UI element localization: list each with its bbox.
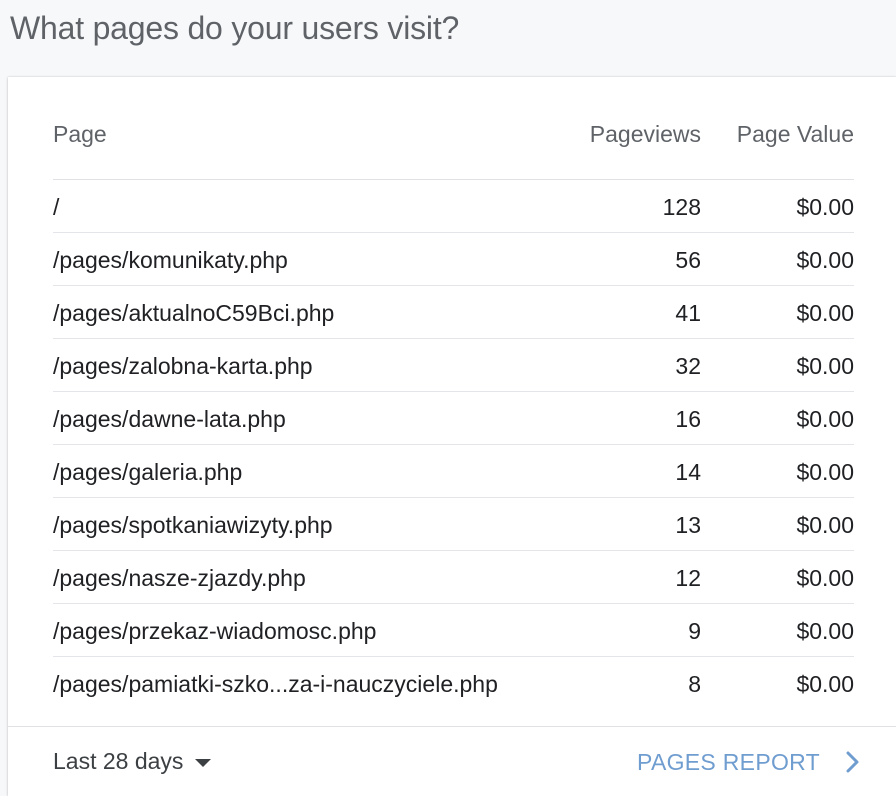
caret-down-icon bbox=[195, 759, 212, 767]
pages-report-label: PAGES REPORT bbox=[637, 749, 820, 775]
pages-card: Page Pageviews Page Value / 128 $0.00 /p… bbox=[8, 77, 896, 796]
row-pageviews: 8 bbox=[688, 671, 701, 697]
row-pageviews: 128 bbox=[662, 194, 701, 220]
row-pageviews: 16 bbox=[675, 406, 701, 432]
table-row: /pages/dawne-lata.php 16 $0.00 bbox=[53, 392, 854, 445]
row-page: /pages/przekaz-wiadomosc.php bbox=[53, 618, 377, 644]
row-pageviews: 13 bbox=[675, 512, 701, 538]
row-page: /pages/pamiatki-szko...za-i-nauczyciele.… bbox=[53, 671, 498, 697]
row-pageviews: 56 bbox=[675, 247, 701, 273]
table-header: Page Pageviews Page Value bbox=[53, 77, 854, 180]
row-page: /pages/spotkaniawizyty.php bbox=[53, 512, 333, 538]
table-row: /pages/aktualnoC59Bci.php 41 $0.00 bbox=[53, 286, 854, 339]
table-row: /pages/spotkaniawizyty.php 13 $0.00 bbox=[53, 498, 854, 551]
date-range-label: Last 28 days bbox=[53, 748, 184, 774]
row-page: /pages/nasze-zjazdy.php bbox=[53, 565, 306, 591]
date-range-dropdown[interactable]: Last 28 days bbox=[53, 747, 212, 775]
row-page-value: $0.00 bbox=[796, 459, 854, 485]
table-row: / 128 $0.00 bbox=[53, 180, 854, 233]
table-row: /pages/pamiatki-szko...za-i-nauczyciele.… bbox=[53, 657, 854, 710]
table-row: /pages/galeria.php 14 $0.00 bbox=[53, 445, 854, 498]
page-title: What pages do your users visit? bbox=[10, 10, 460, 46]
row-pageviews: 14 bbox=[675, 459, 701, 485]
table-row: /pages/komunikaty.php 56 $0.00 bbox=[53, 233, 854, 286]
row-page-value: $0.00 bbox=[796, 247, 854, 273]
row-page: /pages/dawne-lata.php bbox=[53, 406, 286, 432]
card-footer: Last 28 days PAGES REPORT bbox=[8, 726, 896, 796]
row-page-value: $0.00 bbox=[796, 671, 854, 697]
row-pageviews: 41 bbox=[675, 300, 701, 326]
table-row: /pages/zalobna-karta.php 32 $0.00 bbox=[53, 339, 854, 392]
column-header-pageviews: Pageviews bbox=[589, 121, 701, 147]
row-page-value: $0.00 bbox=[796, 194, 854, 220]
row-page-value: $0.00 bbox=[796, 512, 854, 538]
row-page-value: $0.00 bbox=[796, 565, 854, 591]
table-body: / 128 $0.00 /pages/komunikaty.php 56 $0.… bbox=[53, 180, 854, 710]
table-row: /pages/przekaz-wiadomosc.php 9 $0.00 bbox=[53, 604, 854, 657]
pages-report-link[interactable]: PAGES REPORT bbox=[637, 748, 860, 776]
pages-table: Page Pageviews Page Value / 128 $0.00 /p… bbox=[53, 77, 854, 710]
chevron-right-icon bbox=[846, 751, 859, 773]
table-row: /pages/nasze-zjazdy.php 12 $0.00 bbox=[53, 551, 854, 604]
row-page-value: $0.00 bbox=[796, 406, 854, 432]
row-page-value: $0.00 bbox=[796, 353, 854, 379]
row-pageviews: 12 bbox=[675, 565, 701, 591]
row-pageviews: 9 bbox=[688, 618, 701, 644]
row-pageviews: 32 bbox=[675, 353, 701, 379]
row-page: /pages/komunikaty.php bbox=[53, 247, 288, 273]
column-header-page: Page bbox=[53, 121, 107, 147]
row-page-value: $0.00 bbox=[796, 300, 854, 326]
row-page: /pages/aktualnoC59Bci.php bbox=[53, 300, 335, 326]
column-header-page-value: Page Value bbox=[736, 121, 854, 147]
row-page-value: $0.00 bbox=[796, 618, 854, 644]
row-page: / bbox=[53, 194, 60, 220]
row-page: /pages/zalobna-karta.php bbox=[53, 353, 313, 379]
row-page: /pages/galeria.php bbox=[53, 459, 243, 485]
